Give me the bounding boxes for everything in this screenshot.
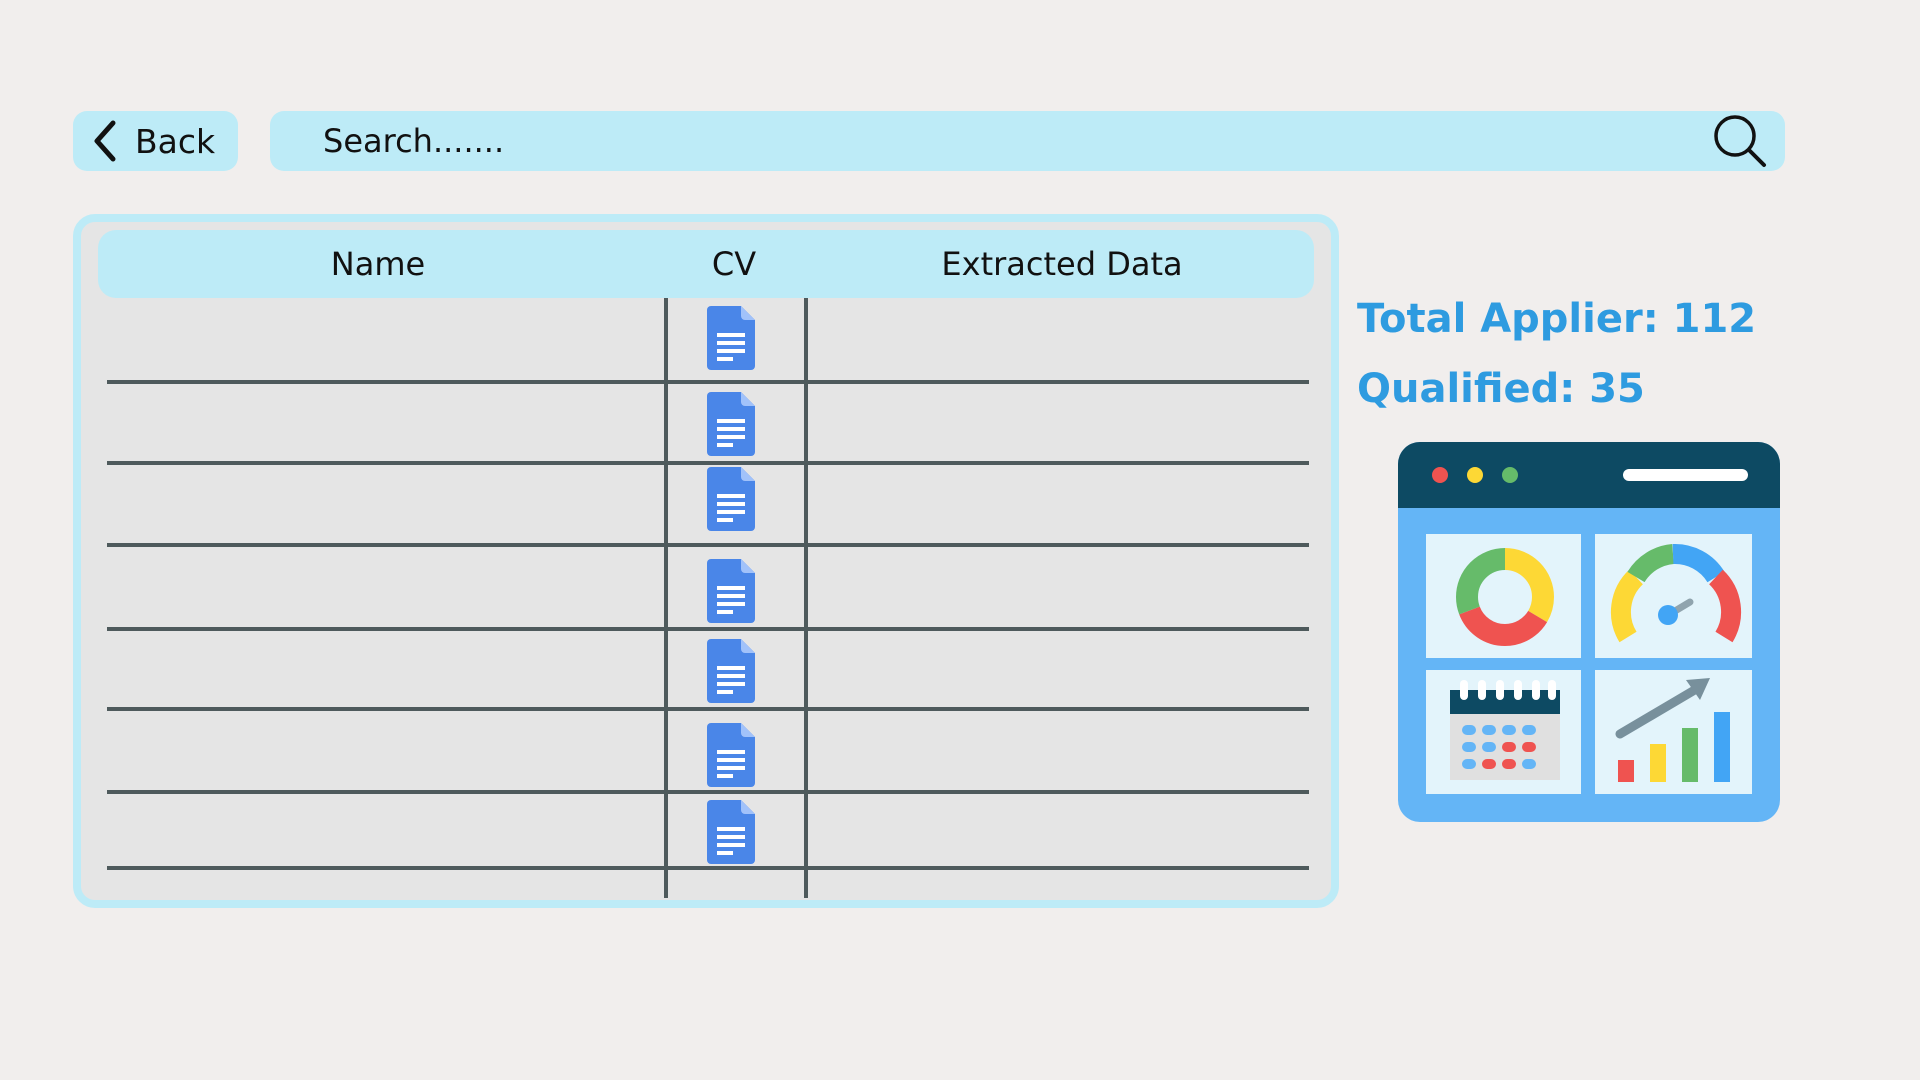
table-row[interactable]: [107, 384, 1309, 465]
cv-document-icon[interactable]: [707, 306, 755, 370]
applicants-page: Back Name CV Extracted Data Total Applie…: [0, 0, 1920, 1080]
cv-document-icon[interactable]: [707, 392, 755, 456]
search-bar: [270, 111, 1785, 171]
column-divider: [664, 298, 668, 898]
cell-extracted-data: [813, 298, 1303, 384]
table-body: [81, 222, 1331, 900]
cv-document-icon[interactable]: [707, 800, 755, 864]
cell-name: [117, 298, 657, 384]
cell-name: [117, 547, 657, 631]
cell-name: [117, 794, 657, 870]
table-row[interactable]: [107, 794, 1309, 870]
row-divider: [107, 866, 1309, 870]
cell-extracted-data: [813, 631, 1303, 711]
cv-document-icon[interactable]: [707, 559, 755, 623]
dashboard-illustration: [1398, 442, 1780, 822]
table-row[interactable]: [107, 298, 1309, 384]
qualified-stat: Qualified: 35: [1357, 366, 1645, 412]
cv-document-icon[interactable]: [707, 639, 755, 703]
cell-name: [117, 631, 657, 711]
cell-name: [117, 711, 657, 794]
table-row[interactable]: [107, 547, 1309, 631]
cv-document-icon[interactable]: [707, 723, 755, 787]
cell-name: [117, 465, 657, 547]
search-input[interactable]: [270, 111, 1711, 171]
back-label: Back: [135, 121, 216, 161]
cell-extracted-data: [813, 711, 1303, 794]
applicants-table: Name CV Extracted Data: [73, 214, 1339, 908]
column-divider: [804, 298, 808, 898]
chevron-left-icon: [94, 120, 116, 162]
cell-extracted-data: [813, 547, 1303, 631]
back-button[interactable]: Back: [73, 111, 238, 171]
cell-extracted-data: [813, 384, 1303, 465]
table-row[interactable]: [107, 631, 1309, 711]
cell-extracted-data: [813, 794, 1303, 870]
cv-document-icon[interactable]: [707, 467, 755, 531]
cell-extracted-data: [813, 465, 1303, 547]
table-row[interactable]: [107, 465, 1309, 547]
total-applier-stat: Total Applier: 112: [1357, 296, 1757, 342]
cell-name: [117, 384, 657, 465]
search-icon[interactable]: [1711, 112, 1769, 170]
table-row[interactable]: [107, 711, 1309, 794]
